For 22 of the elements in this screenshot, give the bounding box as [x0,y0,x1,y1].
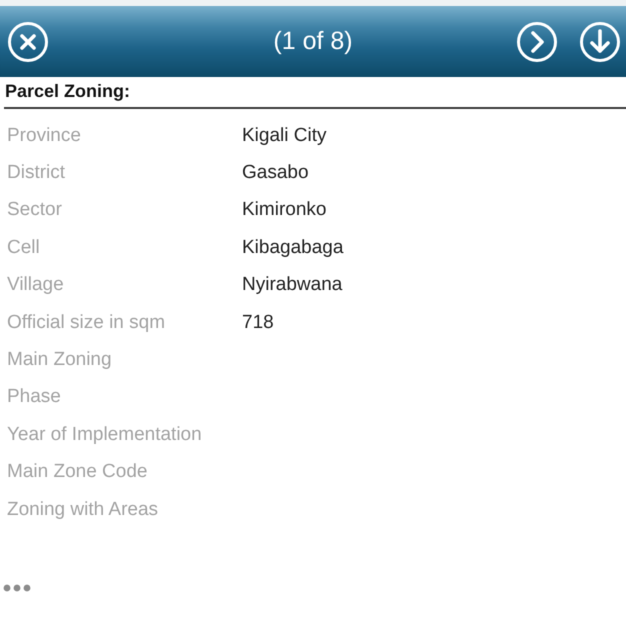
field-label: Province [7,124,81,147]
field-value: Kimironko [242,199,326,222]
field-value: Gasabo [242,162,309,184]
field-label: Main Zoning [7,349,112,372]
next-chevron-icon[interactable] [517,22,557,62]
field-label: Cell [7,236,40,259]
field-label: Sector [7,199,62,222]
field-label: Zoning with Areas [7,498,158,521]
field-label: Official size in sqm [7,312,166,334]
field-value: Nyirabwana [242,274,342,296]
more-icon[interactable] [3,584,31,592]
field-label: District [7,162,66,184]
field-value: Kibagabaga [242,236,344,259]
field-value: 718 [242,312,274,334]
field-label: Phase [7,386,61,408]
field-value: Kigali City [242,124,326,147]
field-label: Year of Implementation [7,424,202,446]
field-label: Village [7,274,64,296]
record-counter: (1 of 8) [273,27,353,56]
close-icon[interactable] [8,22,48,62]
section-heading: Parcel Zoning: [4,80,132,103]
field-label: Main Zone Code [7,461,148,484]
